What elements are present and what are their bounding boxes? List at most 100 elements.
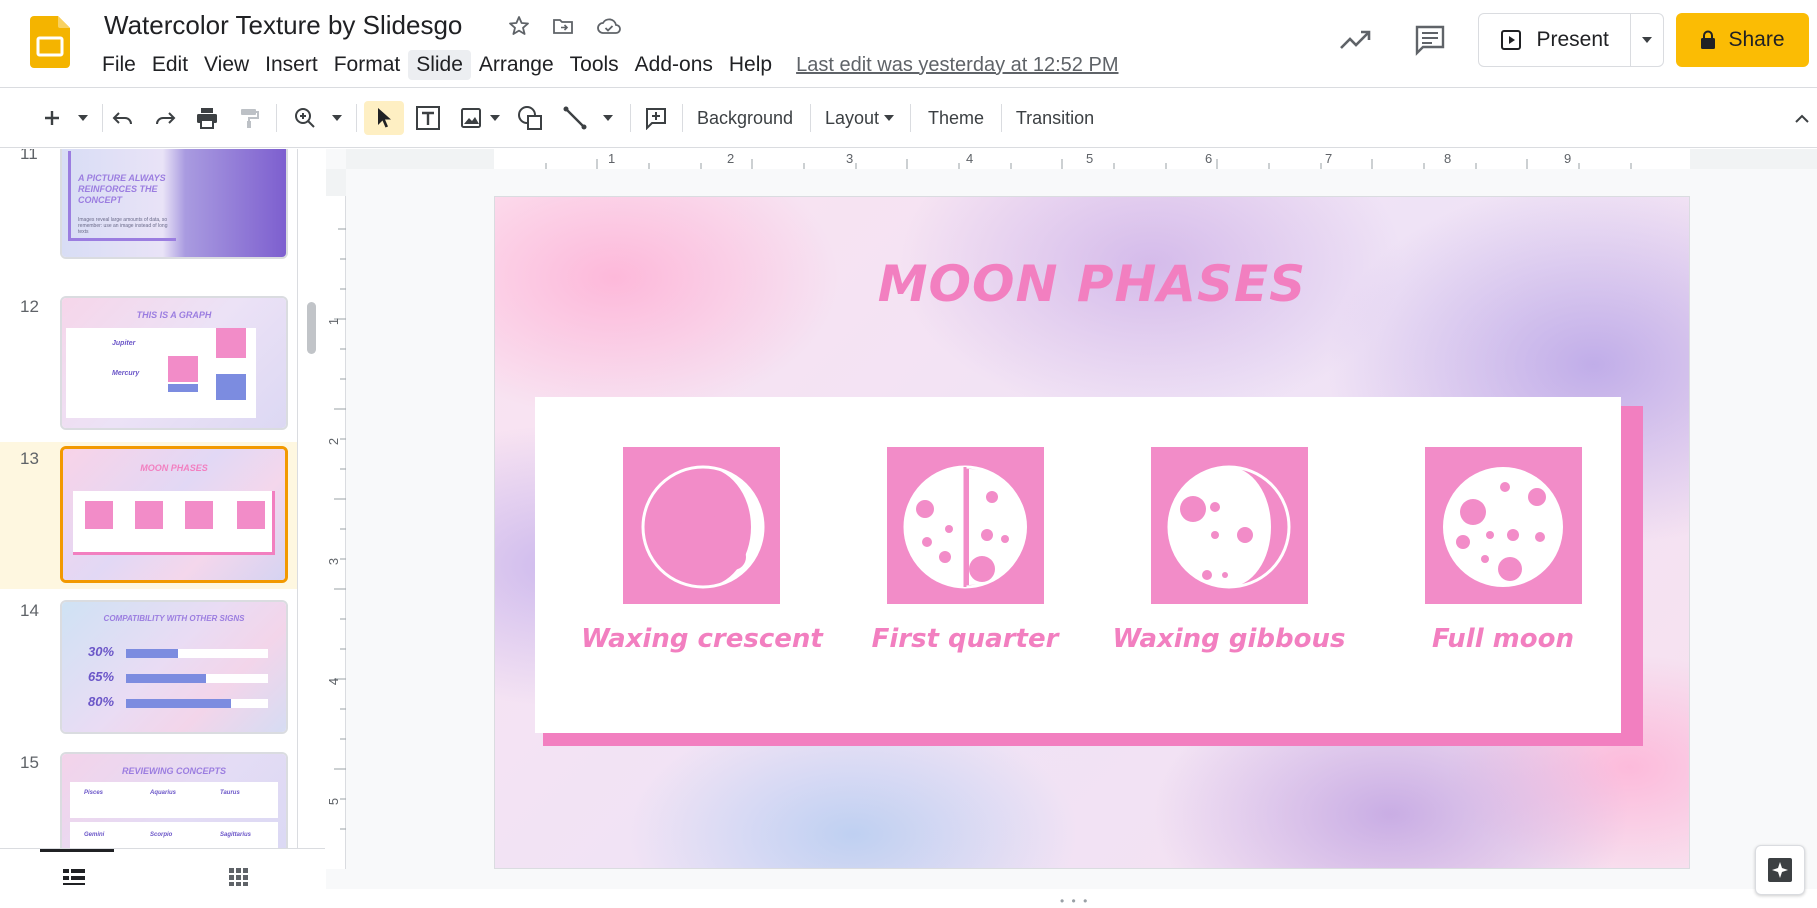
add-comment-icon: [646, 108, 666, 130]
present-options-dropdown[interactable]: [1631, 14, 1663, 66]
horizontal-ruler[interactable]: 1 2 3 4 5 6 7 8 9: [346, 149, 1817, 169]
slide-number: 13: [20, 449, 39, 468]
phase-label[interactable]: Waxing gibbous: [1089, 624, 1369, 654]
menu-format[interactable]: Format: [326, 50, 409, 80]
activity-dashboard-icon[interactable]: [1335, 20, 1375, 60]
line-tool[interactable]: [558, 101, 592, 135]
ruler-number: 4: [326, 677, 342, 686]
layout-button[interactable]: Layout: [818, 101, 902, 135]
first-quarter-icon[interactable]: [887, 447, 1044, 604]
paint-format-button[interactable]: [232, 101, 266, 135]
insert-image-dropdown[interactable]: [484, 101, 506, 135]
menu-addons[interactable]: Add-ons: [627, 50, 721, 80]
menu-slide[interactable]: Slide: [408, 50, 471, 80]
paint-format-icon: [241, 109, 259, 128]
shape-tool[interactable]: [512, 101, 548, 135]
menu-arrange[interactable]: Arrange: [471, 50, 562, 80]
slide-thumbnail-13[interactable]: MOON PHASES: [60, 446, 288, 583]
cloud-saved-icon[interactable]: [595, 12, 623, 40]
slide-number: 15: [20, 753, 39, 772]
theme-button[interactable]: Theme: [918, 101, 994, 135]
filmstrip-view-switcher: [0, 848, 325, 906]
phase-label[interactable]: Waxing crescent: [562, 624, 842, 654]
slides-logo-icon[interactable]: [30, 16, 70, 68]
toolbar: Background Layout Theme Transition: [0, 88, 1817, 148]
zoom-dropdown[interactable]: [326, 101, 348, 135]
grid-view-icon[interactable]: [228, 867, 250, 892]
background-button[interactable]: Background: [690, 101, 800, 135]
thumb-col: Taurus: [220, 790, 240, 796]
filmstrip-view-icon[interactable]: [62, 867, 86, 892]
thumb-title: THIS IS A GRAPH: [136, 310, 212, 320]
filmstrip-scrollbar[interactable]: [307, 302, 316, 354]
thumb-title: MOON PHASES: [140, 463, 208, 473]
slide-number: 11: [20, 149, 38, 163]
slide-thumbnail-12[interactable]: THIS IS A GRAPH Jupiter Mercury: [60, 296, 288, 430]
present-label: Present: [1536, 28, 1609, 51]
thumb-title: REVIEWING CONCEPTS: [121, 766, 226, 776]
shape-icon: [518, 106, 542, 130]
plus-icon: [45, 111, 59, 125]
menu-insert[interactable]: Insert: [257, 50, 326, 80]
thumb-title: A PICTURE ALWAYS REINFORCES THE CONCEPT: [78, 173, 166, 205]
present-button[interactable]: Present: [1479, 14, 1632, 66]
print-icon: [197, 108, 217, 129]
vertical-ruler[interactable]: 1 2 3 4 5: [326, 169, 346, 869]
thumb-col: Aquarius: [150, 790, 177, 796]
collapse-toolbar-button[interactable]: [1792, 101, 1812, 135]
print-button[interactable]: [190, 101, 224, 135]
menu-help[interactable]: Help: [721, 50, 780, 80]
thumb-bar-label: 65%: [88, 669, 115, 684]
add-comment-button[interactable]: [638, 101, 674, 135]
chevron-down-icon: [603, 115, 613, 121]
line-tool-dropdown[interactable]: [597, 101, 619, 135]
redo-button[interactable]: [148, 101, 182, 135]
star-icon[interactable]: [505, 12, 533, 40]
phase-label[interactable]: Full moon: [1363, 624, 1643, 654]
chevron-down-icon: [78, 115, 88, 121]
phase-label[interactable]: First quarter: [825, 624, 1105, 654]
menu-edit[interactable]: Edit: [144, 50, 196, 80]
comments-icon[interactable]: [1410, 20, 1450, 60]
slide-thumbnail-11[interactable]: A PICTURE ALWAYS REINFORCES THE CONCEPT …: [60, 149, 288, 259]
chevron-up-icon: [1795, 114, 1809, 123]
insert-image-tool[interactable]: [454, 101, 488, 135]
full-moon-icon[interactable]: [1425, 447, 1582, 604]
thumb-col: Pisces: [84, 790, 104, 796]
slide-number: 14: [20, 601, 39, 620]
menu-bar: File Edit View Insert Format Slide Arran…: [94, 50, 1119, 80]
menu-view[interactable]: View: [196, 50, 257, 80]
transition-button[interactable]: Transition: [1010, 101, 1100, 135]
current-slide[interactable]: MOON PHASES Waxing crescent First quarte…: [494, 196, 1690, 869]
undo-button[interactable]: [106, 101, 140, 135]
image-icon: [461, 108, 481, 128]
last-edit-link[interactable]: Last edit was yesterday at 12:52 PM: [796, 54, 1118, 77]
menu-tools[interactable]: Tools: [562, 50, 627, 80]
new-slide-button[interactable]: [36, 101, 68, 135]
layout-label: Layout: [824, 107, 880, 128]
select-tool[interactable]: [364, 101, 404, 135]
ruler-number: 2: [326, 437, 342, 446]
lock-icon: [1701, 30, 1716, 49]
slide-title[interactable]: MOON PHASES: [495, 255, 1689, 313]
slide-thumbnail-15[interactable]: REVIEWING CONCEPTS Pisces Aquarius Tauru…: [60, 752, 288, 849]
ruler-number: 2: [727, 151, 735, 166]
menu-file[interactable]: File: [94, 50, 144, 80]
zoom-button[interactable]: [288, 101, 322, 135]
thumb-bar-label: 30%: [88, 644, 115, 659]
present-button-group: Present: [1478, 13, 1664, 67]
document-title[interactable]: Watercolor Texture by Slidesgo: [104, 10, 462, 41]
slide-thumbnail-14[interactable]: COMPATIBILITY WITH OTHER SIGNS 30% 65% 8…: [60, 600, 288, 734]
waxing-gibbous-icon[interactable]: [1151, 447, 1308, 604]
waxing-crescent-icon[interactable]: [623, 447, 780, 604]
undo-icon: [112, 112, 132, 125]
move-to-folder-icon[interactable]: [549, 12, 577, 40]
chevron-down-icon: [884, 115, 895, 121]
ruler-number: 1: [608, 151, 616, 166]
share-button[interactable]: Share: [1676, 13, 1809, 67]
ruler-number: 5: [326, 797, 342, 806]
new-slide-layout-dropdown[interactable]: [72, 101, 94, 135]
text-box-tool[interactable]: [410, 101, 446, 135]
explore-button[interactable]: [1755, 845, 1805, 895]
chevron-down-icon: [1642, 37, 1653, 43]
